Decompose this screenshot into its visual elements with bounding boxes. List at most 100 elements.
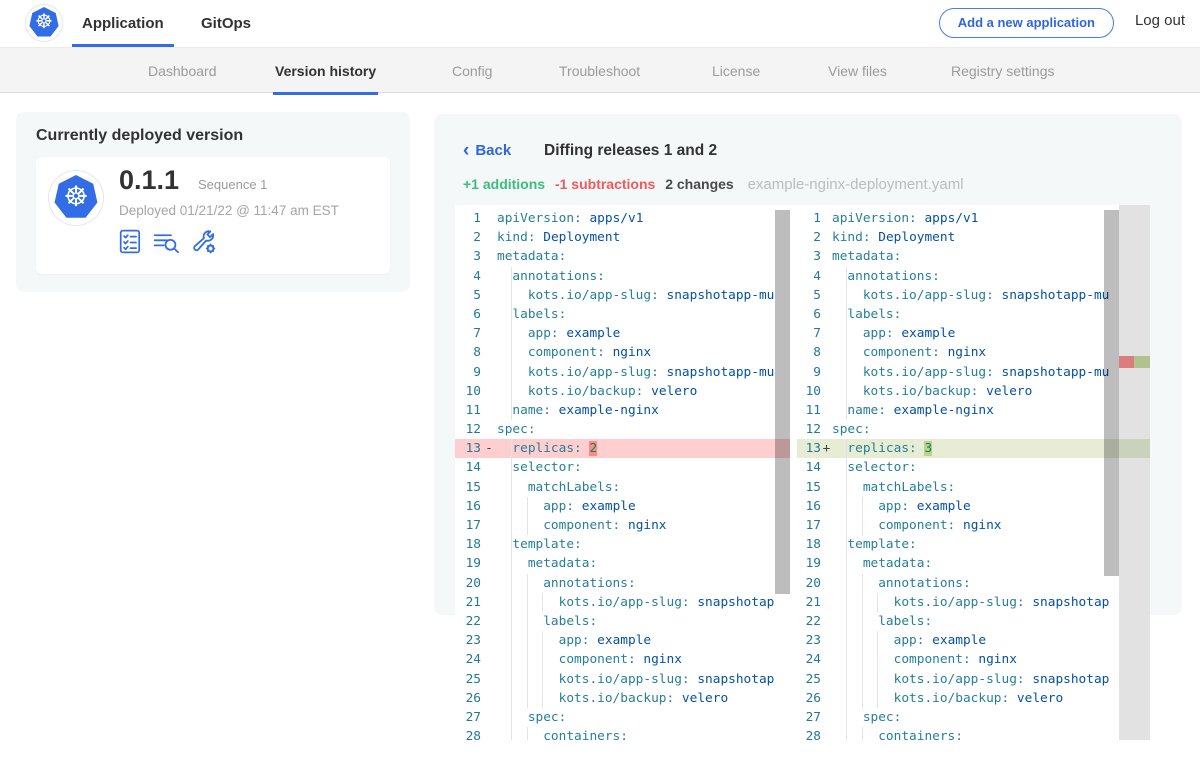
line-content: selector: [497, 458, 582, 477]
diff-sign [481, 420, 497, 439]
diff-sign [481, 689, 497, 708]
deployed-version-actions [119, 229, 217, 254]
view-logs-icon[interactable] [153, 230, 180, 254]
code-line: 9 kots.io/app-slug: snapshotapp-mu [797, 363, 1150, 382]
diff-sign [821, 363, 832, 382]
code-line: 8 component: nginx [455, 343, 790, 362]
diff-sign [821, 228, 832, 247]
line-content: replicas: 3 [832, 439, 932, 458]
line-number: 27 [797, 708, 821, 727]
code-line: 7 app: example [455, 324, 790, 343]
line-number: 19 [455, 554, 481, 573]
line-number: 28 [797, 727, 821, 740]
code-line: 26 kots.io/backup: velero [455, 689, 790, 708]
code-line: 19 metadata: [797, 554, 1150, 573]
diff-sign [481, 286, 497, 305]
line-content: kots.io/app-slug: snapshotapp-mu [832, 363, 1109, 382]
subnav-item-config[interactable]: Config [450, 48, 494, 92]
diff-sign [821, 420, 832, 439]
code-line: 21 kots.io/app-slug: snapshotap [797, 593, 1150, 612]
line-content: annotations: [832, 267, 940, 286]
line-content: name: example-nginx [497, 401, 659, 420]
subnav-item-license[interactable]: License [710, 48, 762, 92]
diff-sign: - [481, 439, 497, 458]
subnav-item-view-files[interactable]: View files [826, 48, 889, 92]
diff-sign [481, 708, 497, 727]
deployed-version-number: 0.1.1 [119, 165, 179, 196]
line-number: 25 [455, 670, 481, 689]
overview-ruler[interactable] [1119, 205, 1150, 740]
line-content: component: nginx [832, 343, 986, 362]
line-content: spec: [832, 708, 901, 727]
line-number: 11 [797, 401, 821, 420]
line-number: 25 [797, 670, 821, 689]
code-line: 6 labels: [797, 305, 1150, 324]
line-content: containers: [497, 727, 628, 740]
line-number: 17 [797, 516, 821, 535]
preflight-checklist-icon[interactable] [119, 229, 142, 254]
subnav-item-troubleshoot[interactable]: Troubleshoot [557, 48, 642, 92]
code-line: 26 kots.io/backup: velero [797, 689, 1150, 708]
subnav-item-version-history[interactable]: Version history [273, 48, 378, 95]
code-line: 15 matchLabels: [797, 478, 1150, 497]
subtractions-count: -1 subtractions [555, 176, 655, 192]
code-line: 16 app: example [455, 497, 790, 516]
modified-scrollbar[interactable] [1104, 210, 1119, 576]
original-code: 1 apiVersion: apps/v12 kind: Deployment3… [455, 209, 790, 740]
line-content: app: example [832, 631, 986, 650]
diff-sign [821, 574, 832, 593]
line-content: template: [497, 535, 582, 554]
line-number: 10 [455, 382, 481, 401]
back-link[interactable]: ‹Back [463, 140, 511, 162]
code-line: 10 kots.io/backup: velero [797, 382, 1150, 401]
diff-sign [821, 516, 832, 535]
original-scrollbar[interactable] [775, 210, 790, 594]
line-number: 23 [455, 631, 481, 650]
code-line: 15 matchLabels: [455, 478, 790, 497]
line-content: spec: [497, 708, 566, 727]
diff-panel: ‹Back Diffing releases 1 and 2 +1 additi… [434, 114, 1182, 615]
diff-sign [481, 612, 497, 631]
diff-sign [821, 612, 832, 631]
add-application-button[interactable]: Add a new application [939, 8, 1114, 38]
line-number: 9 [455, 363, 481, 382]
deployed-sequence-label: Sequence 1 [198, 177, 267, 192]
line-number: 12 [455, 420, 481, 439]
line-content: matchLabels: [832, 478, 955, 497]
subnav-item-registry-settings[interactable]: Registry settings [949, 48, 1056, 92]
line-content: replicas: 2 [497, 439, 597, 458]
ruler-addition-mark [1134, 356, 1150, 368]
back-label: Back [475, 142, 511, 159]
diff-sign [481, 631, 497, 650]
diff-sign [821, 305, 832, 324]
line-number: 13 [455, 439, 481, 458]
line-content: selector: [832, 458, 917, 477]
line-number: 28 [455, 727, 481, 740]
code-line: 24 component: nginx [797, 650, 1150, 669]
logout-button[interactable]: Log out [1135, 12, 1185, 29]
diff-sign [481, 267, 497, 286]
ruler-deletion-mark [1119, 356, 1134, 368]
line-content: kots.io/backup: velero [832, 689, 1063, 708]
diff-sign [481, 497, 497, 516]
code-line: 6 labels: [455, 305, 790, 324]
subnav-item-dashboard[interactable]: Dashboard [146, 48, 219, 92]
diff-filename: example-nginx-deployment.yaml [748, 176, 964, 193]
code-line: 13- replicas: 2 [455, 439, 790, 458]
code-line: 18 template: [455, 535, 790, 554]
code-line: 5 kots.io/app-slug: snapshotapp-mu [455, 286, 790, 305]
code-line: 7 app: example [797, 324, 1150, 343]
code-line: 14 selector: [455, 458, 790, 477]
diff-pane-modified[interactable]: 1 apiVersion: apps/v12 kind: Deployment3… [797, 205, 1150, 740]
tab-gitops[interactable]: GitOps [191, 0, 261, 44]
diff-sign [481, 343, 497, 362]
configure-wrench-icon[interactable] [191, 229, 217, 254]
diff-sign [821, 382, 832, 401]
diff-pane-original[interactable]: 1 apiVersion: apps/v12 kind: Deployment3… [455, 205, 790, 740]
line-number: 17 [455, 516, 481, 535]
modified-code: 1 apiVersion: apps/v12 kind: Deployment3… [797, 209, 1150, 740]
tab-application[interactable]: Application [72, 0, 174, 47]
line-number: 21 [455, 593, 481, 612]
kubernetes-logo-icon[interactable]: ☸ [25, 4, 63, 42]
diff-stats: +1 additions -1 subtractions 2 changes e… [463, 176, 964, 193]
